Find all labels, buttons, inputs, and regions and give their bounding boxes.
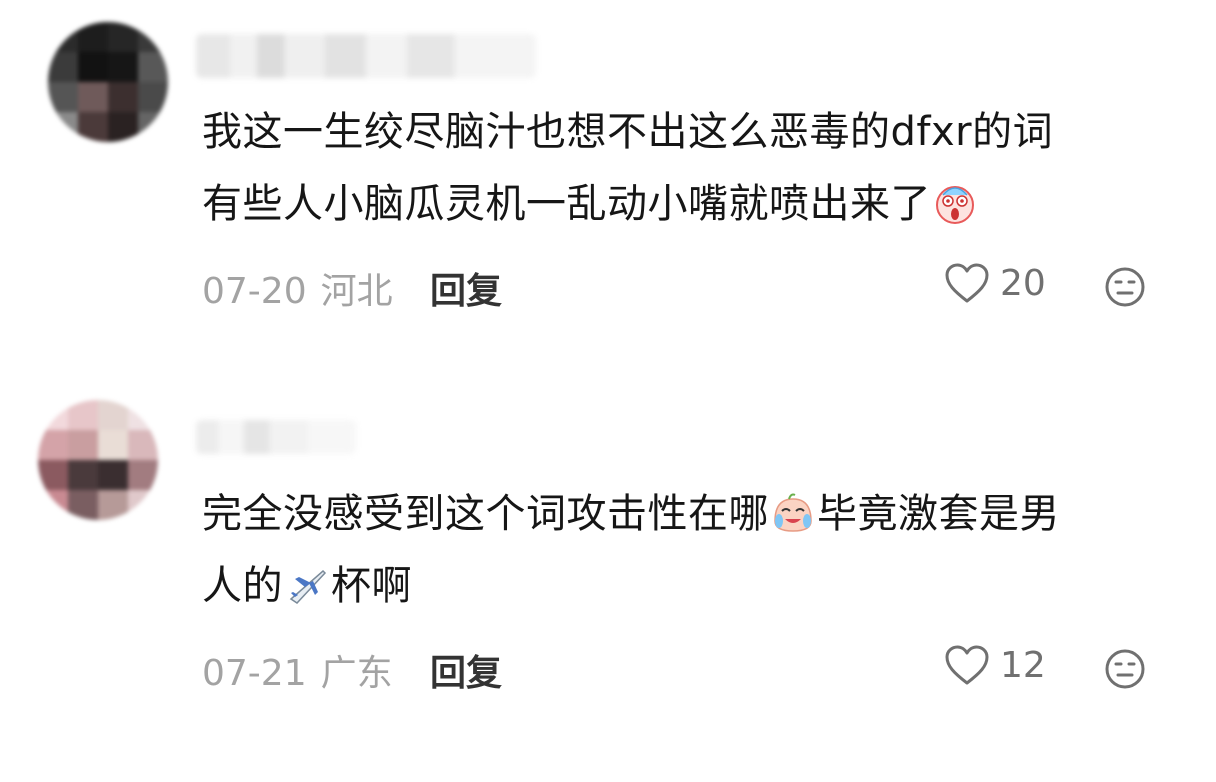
comment-text: 我这一生绞尽脑汁也想不出这么恶毒的dfxr的词 有些人小脑瓜灵机一乱动小嘴就喷出… xyxy=(202,96,1162,240)
comment-line-text: 有些人小脑瓜灵机一乱动小嘴就喷出来了 xyxy=(202,181,931,227)
comment-line: 有些人小脑瓜灵机一乱动小嘴就喷出来了 xyxy=(202,168,1162,240)
neutral-face-icon[interactable] xyxy=(1104,648,1146,690)
comment-date: 07-21 xyxy=(202,653,307,694)
comment-date: 07-20 xyxy=(202,271,307,312)
comment-text: 完全没感受到这个词攻击性在哪 毕竟激套是男 人的 杯啊 xyxy=(202,478,1162,622)
heart-icon xyxy=(945,645,989,685)
like-count: 12 xyxy=(1000,644,1046,686)
heart-icon xyxy=(945,263,989,303)
airplane-emoji xyxy=(289,569,327,604)
crying-face-emoji xyxy=(774,493,812,532)
reply-button[interactable]: 回复 xyxy=(430,262,502,314)
neutral-face-icon[interactable] xyxy=(1104,266,1146,308)
comment-line-text: 杯啊 xyxy=(331,563,412,609)
username-redacted[interactable] xyxy=(196,34,536,78)
comment-line-text: 完全没感受到这个词攻击性在哪 xyxy=(202,491,769,537)
like-button[interactable]: 12 xyxy=(944,644,1046,686)
screaming-face-emoji xyxy=(936,186,974,224)
reply-button[interactable]: 回复 xyxy=(430,644,502,696)
comment-location: 河北 xyxy=(320,271,393,312)
comment-item: 我这一生绞尽脑汁也想不出这么恶毒的dfxr的词 有些人小脑瓜灵机一乱动小嘴就喷出… xyxy=(0,0,1216,370)
like-count: 20 xyxy=(1000,262,1046,304)
comment-line-text: 毕竟激套是男 xyxy=(817,491,1060,537)
comment-line-text: 人的 xyxy=(202,563,283,609)
comment-location: 广东 xyxy=(320,653,393,694)
username-redacted[interactable] xyxy=(196,420,356,454)
comment-line: 我这一生绞尽脑汁也想不出这么恶毒的dfxr的词 xyxy=(202,109,1054,155)
avatar[interactable] xyxy=(38,400,158,520)
comment-line: 人的 杯啊 xyxy=(202,550,1162,622)
avatar[interactable] xyxy=(48,22,168,142)
comment-meta: 07-20 河北 xyxy=(202,262,393,314)
comment-line: 完全没感受到这个词攻击性在哪 毕竟激套是男 xyxy=(202,478,1162,550)
comment-meta: 07-21 广东 xyxy=(202,644,393,696)
like-button[interactable]: 20 xyxy=(944,262,1046,304)
comment-item: 完全没感受到这个词攻击性在哪 毕竟激套是男 人的 杯啊 07-21 广东 回复 1… xyxy=(0,380,1216,780)
